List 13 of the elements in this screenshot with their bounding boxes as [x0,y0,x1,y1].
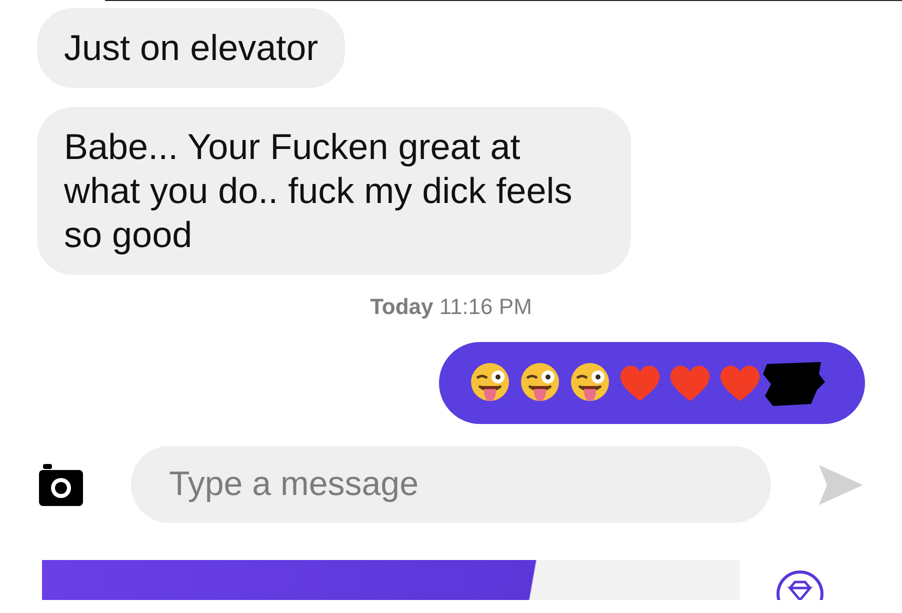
gem-icon[interactable] [776,570,824,600]
timestamp: Today 11:16 PM [369,294,533,320]
winking-tongue-face-icon [519,362,561,404]
winking-tongue-face-icon [469,362,511,404]
heart-icon [719,363,761,403]
winking-tongue-face-icon [569,362,611,404]
message-bubble: Babe... Your Fucken great at what you do.. fuck my dick feels so good [37,107,631,275]
message-input[interactable]: Type a message [131,446,771,523]
message-bubble: Just on elevator [37,8,346,88]
camera-icon[interactable] [39,464,83,506]
heart-icon [669,363,711,403]
heart-icon [619,363,661,403]
promo-banner[interactable] [42,560,740,600]
